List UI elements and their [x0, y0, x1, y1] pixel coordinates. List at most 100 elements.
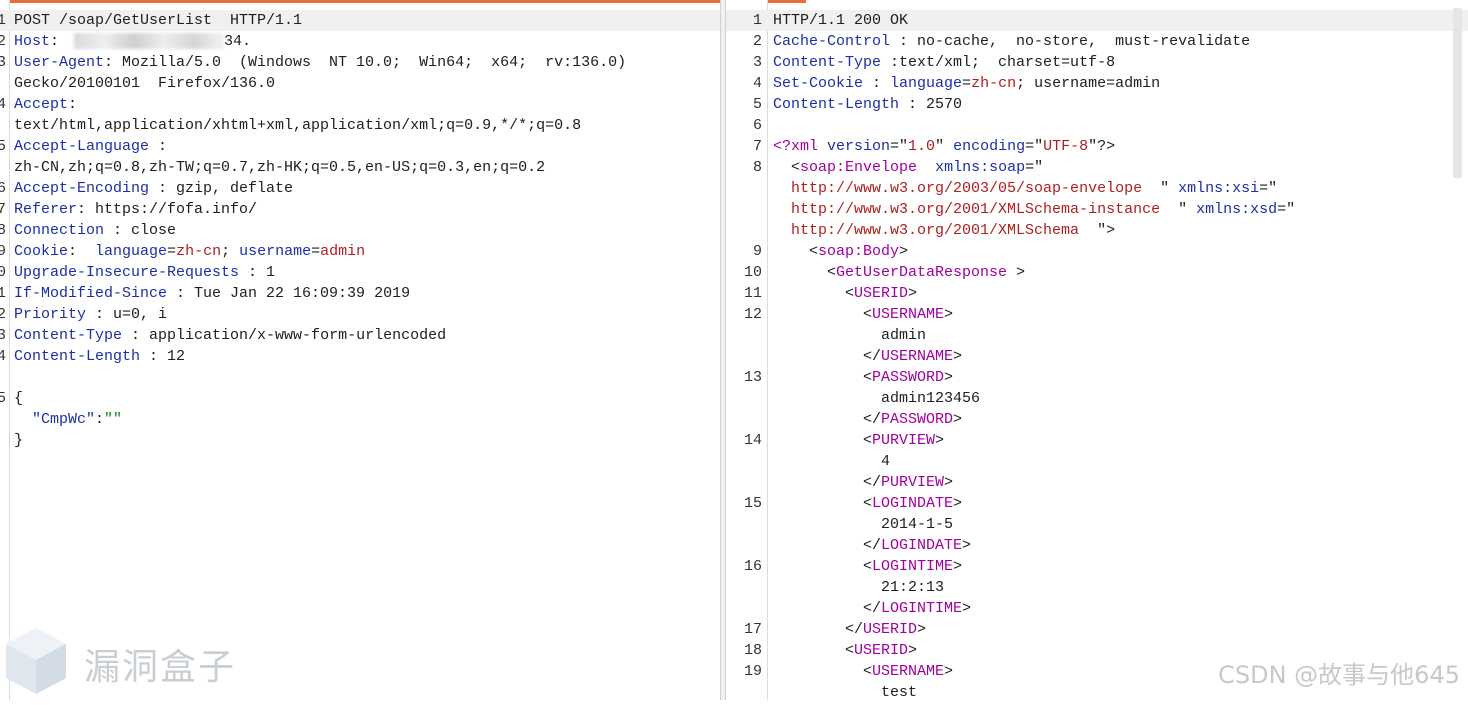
- response-line[interactable]: 4: [726, 451, 1468, 472]
- token: Referer: [14, 201, 78, 218]
- response-line[interactable]: 21:2:13: [726, 577, 1468, 598]
- token: HTTP/1.1 200 OK: [773, 12, 909, 29]
- request-line[interactable]: [0, 367, 720, 388]
- token: Priority: [14, 306, 87, 323]
- response-line[interactable]: </PASSWORD>: [726, 409, 1468, 430]
- line-code: Set-Cookie : language=zh-cn; username=ad…: [773, 73, 1160, 94]
- token: LOGINDATE: [872, 495, 954, 512]
- request-line[interactable]: 3 Content-Type : application/x-www-form-u…: [0, 325, 720, 346]
- token: </: [773, 600, 882, 617]
- response-line[interactable]: admin123456: [726, 388, 1468, 409]
- token: encoding: [953, 138, 1026, 155]
- request-line[interactable]: 6 Accept-Encoding : gzip, deflate: [0, 178, 720, 199]
- line-code: "CmpWc":"": [14, 409, 122, 430]
- token: PASSWORD: [872, 369, 945, 386]
- token: Accept-Language: [14, 138, 150, 155]
- token: <: [773, 642, 855, 659]
- response-line[interactable]: 4 Set-Cookie : language=zh-cn; username=a…: [726, 73, 1468, 94]
- token: PURVIEW: [881, 474, 945, 491]
- request-line[interactable]: 2 Priority : u=0, i: [0, 304, 720, 325]
- response-line[interactable]: http://www.w3.org/2001/XMLSchema ">: [726, 220, 1468, 241]
- response-line[interactable]: </USERNAME>: [726, 346, 1468, 367]
- response-line[interactable]: 5 Content-Length : 2570: [726, 94, 1468, 115]
- response-line[interactable]: 6: [726, 115, 1468, 136]
- request-line[interactable]: 4 Content-Length : 12: [0, 346, 720, 367]
- token: test: [773, 684, 918, 700]
- response-line[interactable]: http://www.w3.org/2003/05/soap-envelope …: [726, 178, 1468, 199]
- request-line[interactable]: 3 User-Agent: Mozilla/5.0 (Windows NT 10.…: [0, 52, 720, 73]
- response-line[interactable]: 2 Cache-Control : no-cache, no-store, mus…: [726, 31, 1468, 52]
- response-line[interactable]: </PURVIEW>: [726, 472, 1468, 493]
- response-line[interactable]: </LOGINDATE>: [726, 535, 1468, 556]
- request-line[interactable]: 2 Host: 34.: [0, 31, 720, 52]
- token: USERNAME: [872, 663, 945, 680]
- response-line[interactable]: 10 <GetUserDataResponse >: [726, 262, 1468, 283]
- response-line[interactable]: http://www.w3.org/2001/XMLSchema-instanc…: [726, 199, 1468, 220]
- request-line[interactable]: 5 Accept-Language :: [0, 136, 720, 157]
- line-code: Content-Length : 12: [14, 346, 185, 367]
- response-line[interactable]: 3 Content-Type :text/xml; charset=utf-8: [726, 52, 1468, 73]
- request-line[interactable]: }: [0, 430, 720, 451]
- request-line[interactable]: Gecko/20100101 Firefox/136.0: [0, 73, 720, 94]
- request-line[interactable]: "CmpWc":"": [0, 409, 720, 430]
- token: >: [899, 243, 909, 260]
- token: LOGINDATE: [881, 537, 963, 554]
- token: PASSWORD: [881, 411, 954, 428]
- token: <: [773, 495, 873, 512]
- request-line[interactable]: 9 Cookie: language=zh-cn; username=admin: [0, 241, 720, 262]
- response-line[interactable]: 17 </USERID>: [726, 619, 1468, 640]
- response-line[interactable]: admin: [726, 325, 1468, 346]
- token: >: [944, 663, 954, 680]
- response-line[interactable]: 2014-1-5: [726, 514, 1468, 535]
- line-code: HTTP/1.1 200 OK: [773, 10, 908, 31]
- token: admin: [320, 243, 366, 260]
- line-code: If-Modified-Since : Tue Jan 22 16:09:39 …: [14, 283, 410, 304]
- request-line[interactable]: zh-CN,zh;q=0.8,zh-TW;q=0.7,zh-HK;q=0.5,e…: [0, 157, 720, 178]
- response-line[interactable]: 14 <PURVIEW>: [726, 430, 1468, 451]
- line-code: Cache-Control : no-cache, no-store, must…: [773, 31, 1250, 52]
- token: username: [239, 243, 312, 260]
- token: :: [68, 96, 78, 113]
- request-line[interactable]: 1 POST /soap/GetUserList HTTP/1.1: [0, 10, 720, 31]
- line-number: 3: [0, 54, 6, 71]
- token: Cache-Control: [773, 33, 891, 50]
- response-line[interactable]: 7 <?xml version="1.0" encoding="UTF-8"?>: [726, 136, 1468, 157]
- response-line[interactable]: 16 <LOGINTIME>: [726, 556, 1468, 577]
- token: xmlns:soap: [935, 159, 1026, 176]
- line-code: POST /soap/GetUserList HTTP/1.1: [14, 10, 302, 31]
- response-line[interactable]: 11 <USERID>: [726, 283, 1468, 304]
- response-scrollbar[interactable]: [1453, 8, 1462, 178]
- response-line[interactable]: 13 <PASSWORD>: [726, 367, 1468, 388]
- request-line[interactable]: 1 If-Modified-Since : Tue Jan 22 16:09:39…: [0, 283, 720, 304]
- request-editor[interactable]: 1 POST /soap/GetUserList HTTP/1.1 2 Host: 3…: [0, 0, 720, 700]
- token: zh-cn: [971, 75, 1017, 92]
- request-line[interactable]: 0 Upgrade-Insecure-Requests : 1: [0, 262, 720, 283]
- token: : application/x-www-form-urlencoded: [122, 327, 447, 344]
- response-line[interactable]: 8 <soap:Envelope xmlns:soap=": [726, 157, 1468, 178]
- request-line[interactable]: 8 Connection : close: [0, 220, 720, 241]
- line-number: 9: [752, 243, 762, 260]
- response-line[interactable]: 9 <soap:Body>: [726, 241, 1468, 262]
- token: 1.0: [908, 138, 936, 155]
- token: </: [773, 348, 882, 365]
- token: xmlns:xsi: [1178, 180, 1260, 197]
- token: : Tue Jan 22 16:09:39 2019: [167, 285, 411, 302]
- response-line[interactable]: 1 HTTP/1.1 200 OK: [726, 10, 1468, 31]
- request-line[interactable]: 7 Referer: https://fofa.info/: [0, 199, 720, 220]
- line-code: admin123456: [773, 388, 980, 409]
- token: ": [1142, 180, 1179, 197]
- token: >: [953, 411, 963, 428]
- request-line[interactable]: text/html,application/xhtml+xml,applicat…: [0, 115, 720, 136]
- token: :: [95, 411, 105, 428]
- token: <: [773, 264, 837, 281]
- request-line[interactable]: 5{: [0, 388, 720, 409]
- response-editor[interactable]: 1 HTTP/1.1 200 OK 2 Cache-Control : no-cach…: [726, 0, 1468, 700]
- response-line[interactable]: </LOGINTIME>: [726, 598, 1468, 619]
- response-line[interactable]: 15 <LOGINDATE>: [726, 493, 1468, 514]
- token: =: [962, 75, 972, 92]
- token: zh-CN,zh;q=0.8,zh-TW;q=0.7,zh-HK;q=0.5,e…: [14, 159, 546, 176]
- response-line[interactable]: 12 <USERNAME>: [726, 304, 1468, 325]
- request-line[interactable]: 4 Accept:: [0, 94, 720, 115]
- line-number: 13: [743, 369, 762, 386]
- line-number: 2: [0, 306, 6, 323]
